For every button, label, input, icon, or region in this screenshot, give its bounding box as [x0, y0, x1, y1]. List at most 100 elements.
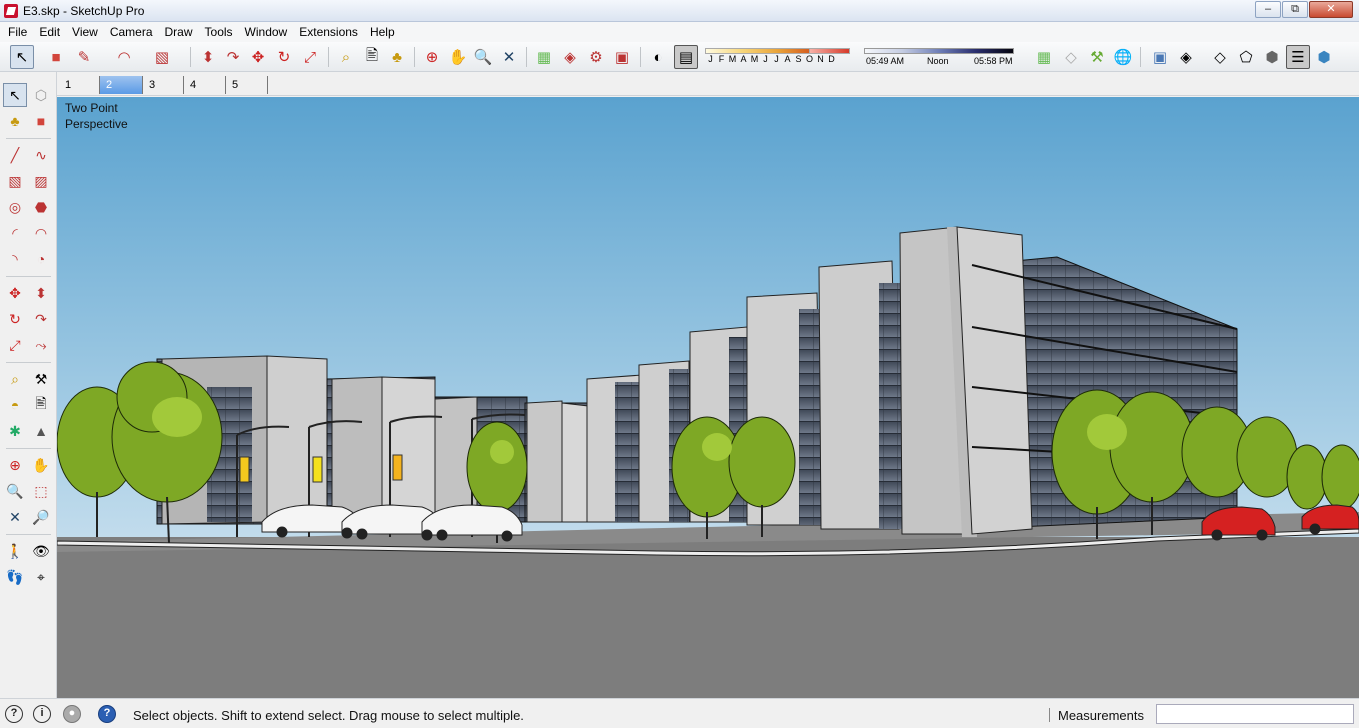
arc-tool-icon[interactable]: ◜: [3, 221, 27, 245]
tape-measure-tool-icon[interactable]: ⌕: [3, 367, 27, 391]
street-banner: [312, 456, 323, 483]
walk-tool-icon[interactable]: 👣: [3, 565, 27, 589]
add-location-icon[interactable]: ▦: [1032, 45, 1056, 69]
rotate-tool-icon[interactable]: ↻: [272, 45, 296, 69]
move-tool-icon[interactable]: ✥: [246, 45, 270, 69]
menu-camera[interactable]: Camera: [104, 22, 159, 42]
zoom-window-tool-icon[interactable]: ⬚: [29, 479, 53, 503]
zoom-tool-icon[interactable]: 🔍: [3, 479, 27, 503]
scale-tool-icon[interactable]: ⤢: [298, 45, 322, 69]
credits-info-icon[interactable]: i: [33, 705, 51, 723]
menu-help[interactable]: Help: [364, 22, 401, 42]
section-plane-icon[interactable]: ⌖: [29, 565, 53, 589]
menu-tools[interactable]: Tools: [199, 22, 239, 42]
status-divider: [1049, 708, 1050, 722]
shadow-month-slider[interactable]: J F M A M J J A S O N D: [705, 48, 850, 64]
share-model-icon[interactable]: ◈: [558, 45, 582, 69]
menu-file[interactable]: File: [2, 22, 33, 42]
rectangle-tool-icon[interactable]: ▧: [150, 45, 174, 69]
geo-earth-icon[interactable]: 🌐: [1111, 45, 1135, 69]
polygon-tool-icon[interactable]: ⬣: [29, 195, 53, 219]
user-account-icon[interactable]: ●: [63, 705, 81, 723]
fog-toggle-icon[interactable]: ▤: [674, 45, 698, 69]
push-pull-tool-icon[interactable]: ⬍: [29, 281, 53, 305]
move-tool-icon[interactable]: ✥: [3, 281, 27, 305]
dimension-tool-icon[interactable]: ⚒: [29, 367, 53, 391]
drawing-viewport[interactable]: Two Point Perspective: [57, 97, 1359, 698]
tape-measure-tool-icon[interactable]: ⌕: [334, 45, 358, 69]
select-tool-icon[interactable]: ↖: [10, 45, 34, 69]
rotated-rectangle-tool-icon[interactable]: ▨: [29, 169, 53, 193]
look-around-icon[interactable]: 👁: [29, 539, 53, 563]
back-edges-style-icon[interactable]: ◈: [1174, 45, 1198, 69]
follow-me-tool-icon[interactable]: ↷: [221, 45, 245, 69]
orbit-tool-icon[interactable]: ⊕: [3, 453, 27, 477]
offset-tool-icon[interactable]: ⤳: [29, 333, 53, 357]
shadows-toggle-icon[interactable]: ◐: [646, 45, 670, 69]
layout-send-icon[interactable]: ▣: [610, 45, 634, 69]
paint-bucket-tool-icon[interactable]: ♣: [3, 109, 27, 133]
scene-tab-3[interactable]: 3: [143, 76, 184, 94]
shaded-style-icon[interactable]: ⬢: [1260, 45, 1284, 69]
maximize-button[interactable]: ⧉: [1282, 1, 1308, 18]
scene-tab-1[interactable]: 1: [59, 76, 100, 94]
pie-tool-icon[interactable]: ◔: [29, 247, 53, 271]
scene-tab-4[interactable]: 4: [184, 76, 226, 94]
freehand-tool-icon[interactable]: ∿: [29, 143, 53, 167]
menu-extensions[interactable]: Extensions: [293, 22, 364, 42]
menu-draw[interactable]: Draw: [159, 22, 199, 42]
paint-bucket-tool-icon[interactable]: ♣: [385, 45, 409, 69]
hidden-line-style-icon[interactable]: ⬠: [1234, 45, 1258, 69]
photo-textures-icon[interactable]: ⚒: [1085, 45, 1109, 69]
3d-text-tool-icon[interactable]: ▲: [29, 419, 53, 443]
line-tool-icon[interactable]: ✎: [72, 45, 96, 69]
shadow-time-slider[interactable]: 05:49 AM Noon 05:58 PM: [864, 48, 1014, 66]
measurements-input[interactable]: [1156, 704, 1354, 724]
line-tool-icon[interactable]: ╱: [3, 143, 27, 167]
scene-tab-5[interactable]: 5: [226, 76, 268, 94]
scene-tab-2[interactable]: 2: [100, 76, 143, 94]
shaded-textures-style-icon[interactable]: ☰: [1286, 45, 1310, 69]
toggle-terrain-icon[interactable]: ◇: [1059, 45, 1083, 69]
select-tool-icon[interactable]: ↖: [3, 83, 27, 107]
two-point-arc-tool-icon[interactable]: ◠: [29, 221, 53, 245]
zoom-tool-icon[interactable]: 🔍: [471, 45, 495, 69]
pan-tool-icon[interactable]: ✋: [446, 45, 470, 69]
text-tool-icon[interactable]: 🖹: [29, 393, 53, 417]
previous-view-icon[interactable]: 🔎: [29, 505, 53, 529]
geo-location-icon[interactable]: ?: [5, 705, 23, 723]
wireframe-style-icon[interactable]: ◇: [1208, 45, 1232, 69]
eraser-tool-icon[interactable]: ■: [29, 109, 53, 133]
arc-tool-icon[interactable]: ◠: [112, 45, 136, 69]
eraser-tool-icon[interactable]: ■: [44, 45, 68, 69]
zoom-extents-tool-icon[interactable]: ✕: [497, 45, 521, 69]
orbit-tool-icon[interactable]: ⊕: [420, 45, 444, 69]
protractor-tool-icon[interactable]: ◓: [3, 393, 27, 417]
month-label: J: [763, 54, 768, 64]
close-button[interactable]: ✕: [1309, 1, 1353, 18]
text-tool-icon[interactable]: 🖹: [360, 45, 384, 69]
make-component-icon[interactable]: ⬡: [29, 83, 53, 107]
scale-tool-icon[interactable]: ⤢: [3, 333, 27, 357]
circle-tool-icon[interactable]: ◎: [3, 195, 27, 219]
warehouse-icon[interactable]: ▦: [532, 45, 556, 69]
three-point-arc-tool-icon[interactable]: ◝: [3, 247, 27, 271]
position-camera-icon[interactable]: 🚶: [3, 539, 27, 563]
menu-view[interactable]: View: [66, 22, 104, 42]
axes-tool-icon[interactable]: ✱: [3, 419, 27, 443]
monochrome-style-icon[interactable]: ⬢: [1312, 45, 1336, 69]
rectangle-tool-icon[interactable]: ▧: [3, 169, 27, 193]
pan-tool-icon[interactable]: ✋: [29, 453, 53, 477]
menu-edit[interactable]: Edit: [33, 22, 66, 42]
zoom-extents-tool-icon[interactable]: ✕: [3, 505, 27, 529]
street-banner: [392, 454, 403, 481]
extension-warehouse-icon[interactable]: ⚙: [584, 45, 608, 69]
month-label: J: [708, 54, 713, 64]
instructor-help-icon[interactable]: ?: [98, 705, 116, 723]
minimize-button[interactable]: –: [1255, 1, 1281, 18]
follow-me-tool-icon[interactable]: ↷: [29, 307, 53, 331]
push-pull-tool-icon[interactable]: ⬍: [196, 45, 220, 69]
menu-window[interactable]: Window: [239, 22, 294, 42]
rotate-tool-icon[interactable]: ↻: [3, 307, 27, 331]
xray-style-icon[interactable]: ▣: [1148, 45, 1172, 69]
